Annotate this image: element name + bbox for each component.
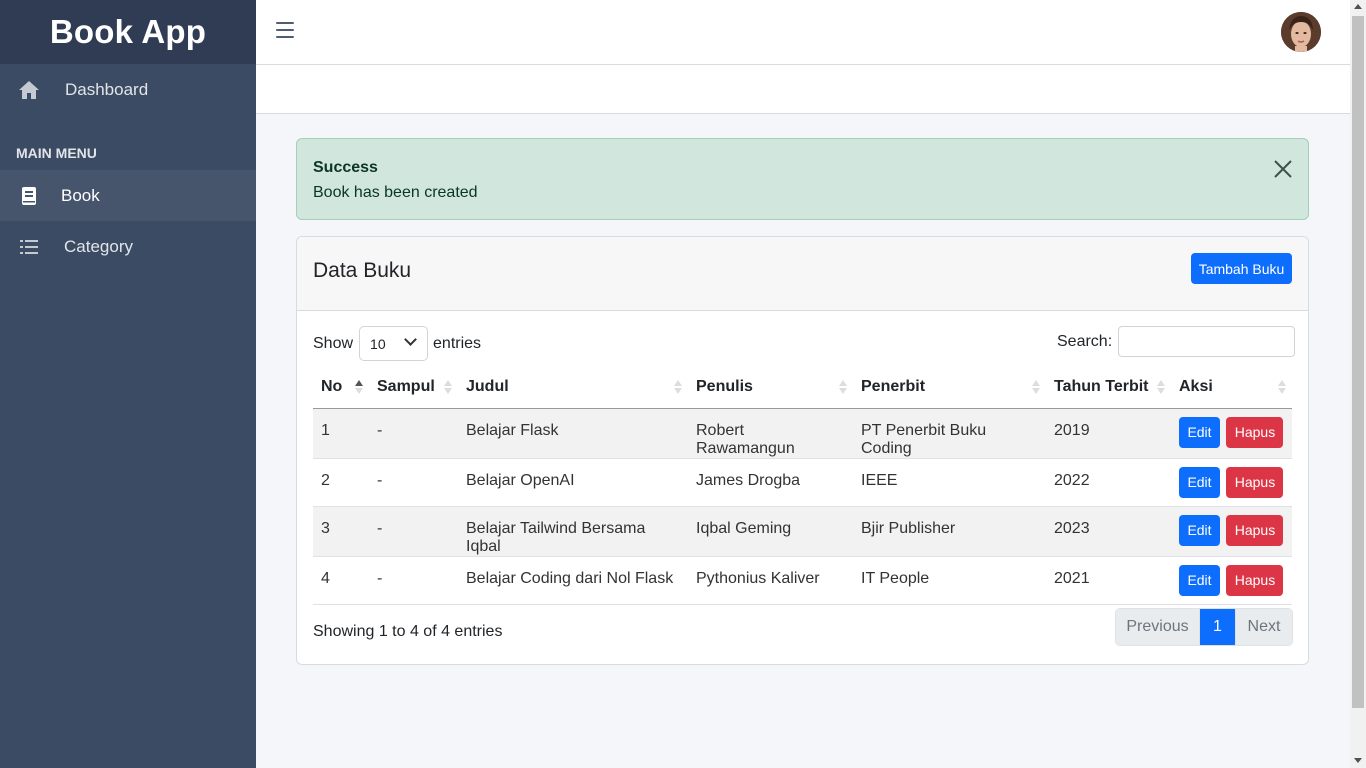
search-input[interactable] — [1118, 326, 1296, 357]
edit-button[interactable]: Edit — [1179, 416, 1220, 448]
page-size-select[interactable]: 10 — [359, 326, 429, 361]
books-table: No Sampul Judul Penulis Penerbit Tahun T… — [313, 367, 1292, 605]
nav-section-title: MAIN MENU — [16, 145, 97, 161]
sidebar: Book App Dashboard MAIN MENU Book Catego… — [0, 0, 256, 768]
table-row: 3 - Belajar Tailwind Bersama Iqbal Iqbal… — [313, 506, 1292, 557]
cell-sampul: - — [369, 556, 458, 605]
table-header-row: No Sampul Judul Penulis Penerbit Tahun T… — [313, 367, 1292, 409]
table-info: Showing 1 to 4 of 4 entries — [313, 623, 503, 640]
cell-sampul: - — [369, 506, 458, 557]
cell-no: 2 — [313, 458, 369, 507]
cell-sampul: - — [369, 458, 458, 507]
table-row: 1 - Belajar Flask Robert Rawamangun PT P… — [313, 408, 1292, 459]
sidebar-item-dashboard[interactable]: Dashboard — [0, 64, 256, 116]
success-alert: Success Book has been created — [296, 138, 1309, 220]
sidebar-item-category[interactable]: Category — [0, 221, 256, 272]
sort-icon — [1032, 380, 1040, 394]
edit-button[interactable]: Edit — [1179, 514, 1220, 546]
card-header: Data Buku Tambah Buku — [297, 237, 1308, 311]
edit-button[interactable]: Edit — [1179, 564, 1220, 596]
column-header-tahun[interactable]: Tahun Terbit — [1046, 367, 1171, 409]
sidebar-item-label: Category — [64, 236, 133, 256]
cell-penerbit: IT People — [853, 556, 1046, 605]
cell-tahun: 2022 — [1046, 458, 1171, 507]
cell-judul: Belajar Coding dari Nol Flask — [458, 556, 688, 605]
entries-length-control: Show 10 entries — [313, 326, 481, 361]
cell-penulis: Robert Rawamangun — [688, 408, 853, 459]
pagination-page[interactable]: 1 — [1200, 609, 1235, 645]
add-book-button[interactable]: Tambah Buku — [1191, 253, 1292, 284]
table-row: 2 - Belajar OpenAI James Drogba IEEE 202… — [313, 458, 1292, 507]
book-data-card: Data Buku Tambah Buku Show 10 entries Se… — [296, 236, 1309, 665]
cell-penulis: Iqbal Geming — [688, 506, 853, 557]
cell-judul: Belajar OpenAI — [458, 458, 688, 507]
cell-no: 4 — [313, 556, 369, 605]
edit-button[interactable]: Edit — [1179, 466, 1220, 498]
show-label: Show — [313, 334, 354, 352]
scrollbar-thumb[interactable] — [1352, 16, 1364, 708]
alert-heading: Success — [313, 159, 378, 176]
cell-tahun: 2023 — [1046, 506, 1171, 557]
top-header — [256, 0, 1350, 65]
pagination-next[interactable]: Next — [1235, 609, 1292, 645]
brand-title[interactable]: Book App — [0, 0, 256, 64]
sort-icon — [674, 380, 682, 394]
cell-no: 3 — [313, 506, 369, 557]
table-search: Search: — [1057, 326, 1296, 357]
cell-judul: Belajar Tailwind Bersama Iqbal — [458, 506, 688, 557]
sort-icon — [1278, 380, 1286, 394]
cell-penerbit: Bjir Publisher — [853, 506, 1046, 557]
cell-penulis: James Drogba — [688, 458, 853, 507]
table-row: 4 - Belajar Coding dari Nol Flask Python… — [313, 556, 1292, 605]
close-icon[interactable] — [1272, 158, 1294, 180]
sidebar-item-label: Book — [61, 185, 100, 205]
column-header-penulis[interactable]: Penulis — [688, 367, 853, 409]
page-size-value: 10 — [370, 336, 386, 352]
column-header-aksi[interactable]: Aksi — [1171, 367, 1292, 409]
home-icon — [18, 79, 40, 101]
cell-no: 1 — [313, 408, 369, 459]
cell-tahun: 2021 — [1046, 556, 1171, 605]
cell-penulis: Pythonius Kaliver — [688, 556, 853, 605]
sort-asc-icon — [355, 380, 363, 394]
scroll-up-icon[interactable] — [1354, 4, 1362, 9]
column-header-sampul[interactable]: Sampul — [369, 367, 458, 409]
book-icon — [18, 185, 40, 207]
cell-aksi: Edit Hapus — [1171, 556, 1292, 605]
cell-penerbit: IEEE — [853, 458, 1046, 507]
cell-sampul: - — [369, 408, 458, 459]
cell-penerbit: PT Penerbit Buku Coding — [853, 408, 1046, 459]
column-header-no[interactable]: No — [313, 367, 369, 409]
alert-message: Book has been created — [313, 184, 478, 201]
pagination-previous[interactable]: Previous — [1116, 609, 1200, 645]
hamburger-icon[interactable] — [276, 22, 294, 42]
chevron-down-icon — [404, 333, 417, 346]
column-header-penerbit[interactable]: Penerbit — [853, 367, 1046, 409]
sort-icon — [839, 380, 847, 394]
pagination: Previous 1 Next — [1115, 608, 1293, 646]
column-header-judul[interactable]: Judul — [458, 367, 688, 409]
search-label: Search: — [1057, 332, 1113, 350]
entries-label: entries — [433, 334, 482, 352]
delete-button[interactable]: Hapus — [1226, 514, 1284, 546]
cell-aksi: Edit Hapus — [1171, 458, 1292, 507]
user-avatar[interactable] — [1281, 12, 1321, 52]
delete-button[interactable]: Hapus — [1226, 416, 1284, 448]
sort-icon — [444, 380, 452, 394]
cell-aksi: Edit Hapus — [1171, 408, 1292, 459]
subheader — [256, 65, 1350, 114]
sort-icon — [1157, 380, 1165, 394]
cell-tahun: 2019 — [1046, 408, 1171, 459]
cell-judul: Belajar Flask — [458, 408, 688, 459]
card-title: Data Buku — [313, 259, 412, 282]
sidebar-item-book[interactable]: Book — [0, 170, 256, 221]
list-icon — [18, 236, 40, 258]
page-scrollbar[interactable] — [1350, 0, 1366, 768]
delete-button[interactable]: Hapus — [1226, 466, 1284, 498]
cell-aksi: Edit Hapus — [1171, 506, 1292, 557]
scroll-down-icon[interactable] — [1354, 758, 1362, 763]
delete-button[interactable]: Hapus — [1226, 564, 1284, 596]
sidebar-item-label: Dashboard — [65, 80, 149, 99]
